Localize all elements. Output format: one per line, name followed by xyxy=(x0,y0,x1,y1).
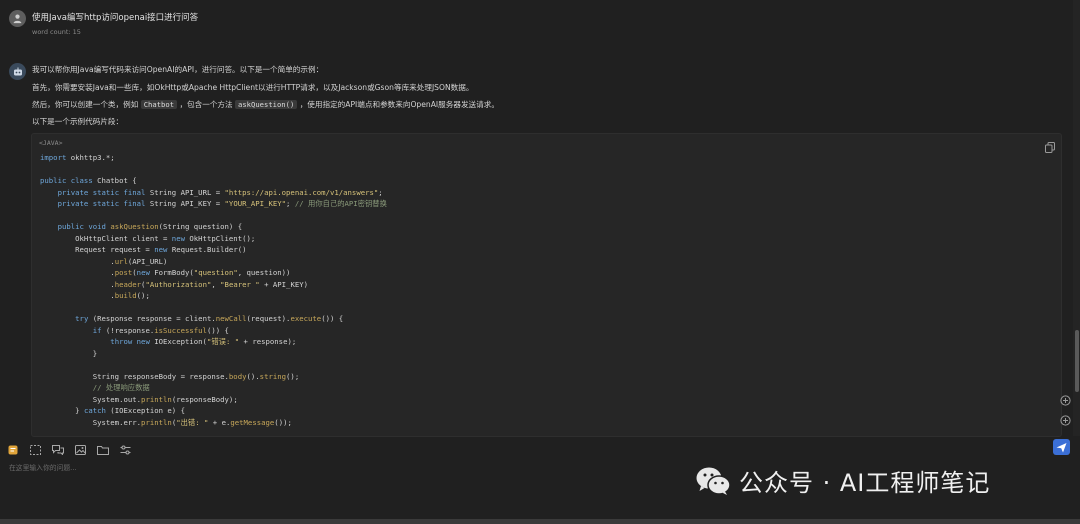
select-area-icon[interactable] xyxy=(30,440,41,459)
user-icon xyxy=(13,14,22,24)
answer-paragraph-4: 以下是一个示例代码片段： xyxy=(32,117,124,126)
watermark-text: 公众号 · AI工程师笔记 xyxy=(739,469,991,497)
chat-input[interactable]: 在这里输入你的问题... xyxy=(9,462,77,472)
send-icon xyxy=(1056,442,1067,452)
add-icon[interactable] xyxy=(1060,391,1071,406)
settings-sliders-icon[interactable] xyxy=(120,440,131,459)
answer-paragraph-3: 然后，你可以创建一个类，例如 Chatbot ，包含一个方法 askQuesti… xyxy=(32,99,499,110)
inline-code: Chatbot xyxy=(140,100,178,109)
inline-code: askQuestion() xyxy=(235,100,298,109)
code-content: import okhttp3.*; public class Chatbot {… xyxy=(40,153,387,427)
copy-icon[interactable] xyxy=(1045,138,1055,157)
wechat-logo-icon xyxy=(696,467,731,495)
prompt-icon[interactable] xyxy=(8,440,18,459)
answer-text: ，使用指定的API端点和参数来向OpenAI服务器发送请求。 xyxy=(299,100,499,109)
robot-icon xyxy=(13,67,22,75)
word-count: word count: 15 xyxy=(32,28,81,36)
bottom-bar xyxy=(0,519,1080,524)
image-icon[interactable] xyxy=(75,440,86,459)
answer-text: ，包含一个方法 xyxy=(179,100,233,109)
chat-icon[interactable] xyxy=(52,440,64,459)
answer-text: 然后，你可以创建一个类，例如 xyxy=(32,100,139,109)
code-language-label: <JAVA> xyxy=(39,139,63,147)
answer-paragraph-1: 我可以帮你用Java编写代码来访问OpenAI的API，进行问答。以下是一个简单… xyxy=(32,65,324,74)
send-button[interactable] xyxy=(1053,439,1070,455)
user-avatar xyxy=(9,10,26,27)
watermark: 公众号 · AI工程师笔记 xyxy=(695,463,990,498)
add-icon[interactable] xyxy=(1060,411,1071,426)
answer-paragraph-2: 首先，你需要安装Java和一些库，如OkHttp或Apache HttpClie… xyxy=(32,83,474,92)
question-text: 使用Java编写http访问openai接口进行问答 xyxy=(32,13,199,23)
bot-avatar xyxy=(9,63,26,80)
code-block: <JAVA> import okhttp3.*; public class Ch… xyxy=(31,133,1062,437)
scrollbar-thumb[interactable] xyxy=(1075,330,1079,392)
folder-icon[interactable] xyxy=(97,440,109,459)
